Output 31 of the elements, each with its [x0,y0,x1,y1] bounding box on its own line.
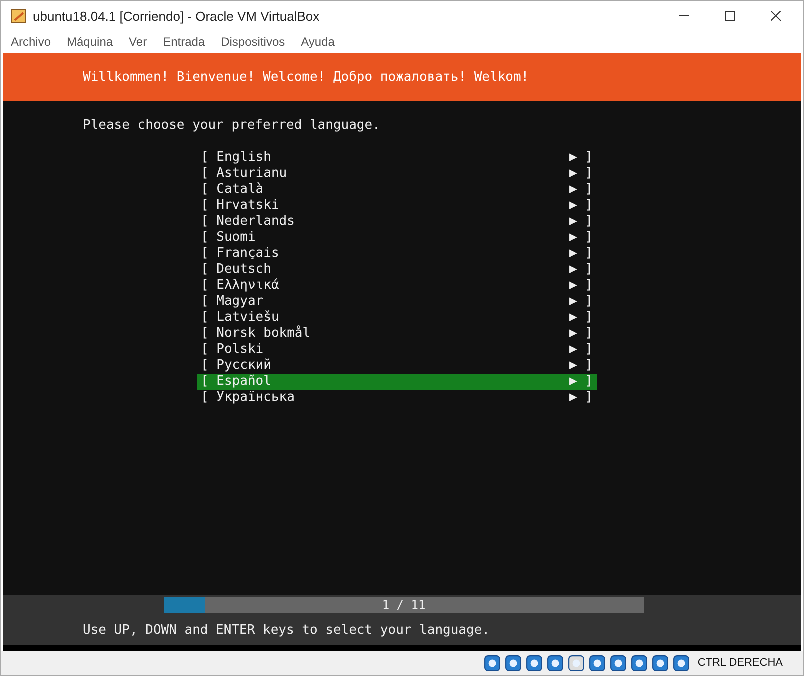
prompt-text: Please choose your preferred language. [82,118,382,135]
hint-text: Use UP, DOWN and ENTER keys to select your language. [83,622,490,638]
window-title: ubuntu18.04.1 [Corriendo] - Oracle VM VirtualBox [33,8,321,24]
language-option[interactable]: [ Català ▶ ] [197,182,597,198]
close-icon[interactable] [771,11,781,21]
menu-item[interactable]: Dispositivos [221,35,286,49]
menu-item[interactable]: Ayuda [301,35,335,49]
language-option[interactable]: [ Hrvatski ▶ ] [197,198,597,214]
language-option[interactable]: [ Deutsch ▶ ] [197,262,597,278]
language-option[interactable]: [ Norsk bokmål ▶ ] [197,326,597,342]
language-option[interactable]: [ Français ▶ ] [197,246,597,262]
language-option[interactable]: [ Español ▶ ] [197,374,597,390]
language-option[interactable]: [ Polski ▶ ] [197,342,597,358]
language-option[interactable]: [ Magyar ▶ ] [197,294,597,310]
language-option[interactable]: [ Latviešu ▶ ] [197,310,597,326]
menu-item[interactable]: Máquina [67,35,114,49]
progress-label: 1 / 11 [382,597,426,613]
menu-item[interactable]: Entrada [163,35,206,49]
host-key-label: CTRL DERECHA [698,657,783,669]
language-option[interactable]: [ Русский ▶ ] [197,358,597,374]
welcome-text: Willkommen! Bienvenue! Welcome! Добро пожаловать! Welkom! [83,70,530,84]
language-option[interactable]: [ Nederlands ▶ ] [197,214,597,230]
language-option[interactable]: [ Asturianu ▶ ] [197,166,597,182]
language-option[interactable]: [ English ▶ ] [197,150,597,166]
maximize-icon[interactable] [725,11,735,21]
menu-item[interactable]: Archivo [11,35,52,49]
menu-item[interactable]: Ver [129,35,148,49]
language-option[interactable]: [ Suomi ▶ ] [197,230,597,246]
app-icon [11,8,27,24]
language-option[interactable]: [ Українська ▶ ] [197,390,597,406]
language-option[interactable]: [ Ελληνικά ▶ ] [197,278,597,294]
